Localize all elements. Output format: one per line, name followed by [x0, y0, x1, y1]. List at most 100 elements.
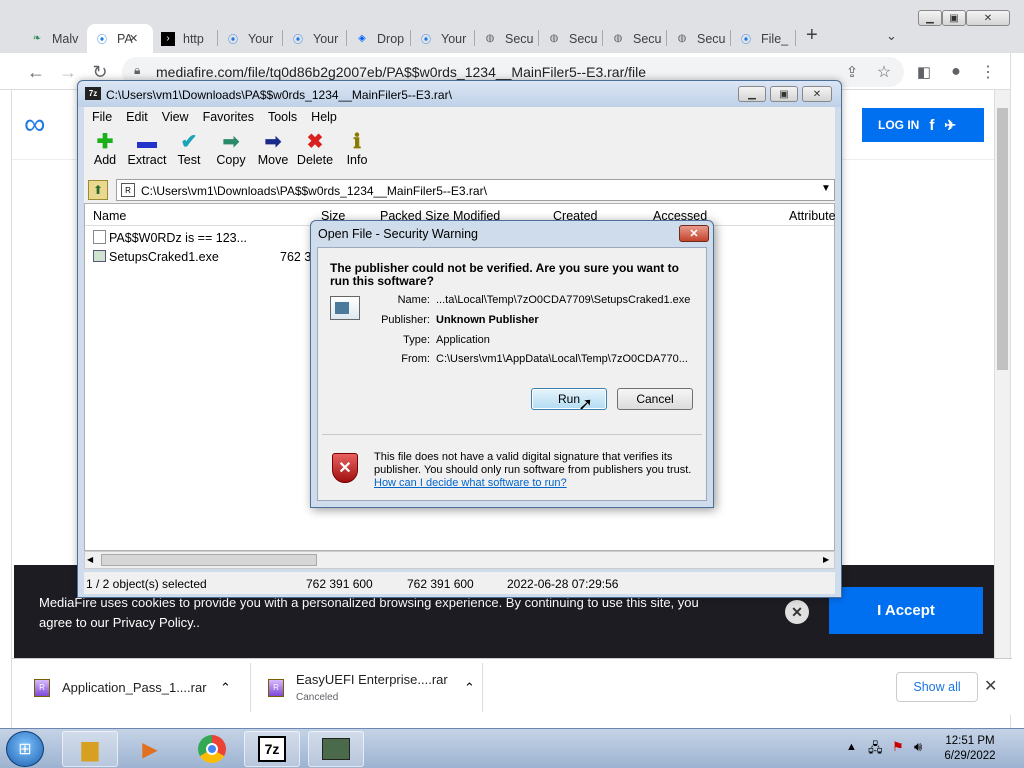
bookmark-star-icon[interactable]: ☆: [872, 60, 896, 84]
tab-security-1[interactable]: ◍ Secu: [475, 24, 537, 53]
sevenzip-taskbar-button[interactable]: 7z: [244, 731, 300, 767]
move-arrow-icon: ➡: [264, 131, 282, 153]
test-button[interactable]: ✔ Test: [168, 131, 210, 167]
file-list-hscrollbar[interactable]: ◀ ▶: [84, 551, 835, 569]
sevenzip-toolbar: ✚ Add ▬ Extract ✔ Test ➡ Copy ➡ Move ✖ Delete …: [84, 127, 835, 177]
close-window-button[interactable]: ✕: [966, 10, 1010, 26]
action-center-flag-icon[interactable]: ⚑: [892, 739, 904, 755]
sevenzip-title: C:\Users\vm1\Downloads\PA$$w0rds_1234__M…: [106, 88, 452, 102]
tab-label: Your: [441, 31, 467, 46]
close-downloads-bar-icon[interactable]: ✕: [984, 676, 997, 696]
back-arrow-icon[interactable]: ←: [24, 60, 48, 84]
media-player-taskbar-button[interactable]: ▶: [122, 731, 178, 767]
col-name[interactable]: Name: [93, 209, 126, 223]
tab-your-2[interactable]: ⦿ Your: [283, 24, 345, 53]
minimize-button[interactable]: ▁: [918, 10, 942, 26]
add-button[interactable]: ✚ Add: [84, 131, 126, 167]
tab-malware[interactable]: ❧ Malv: [22, 24, 88, 53]
menu-file[interactable]: File: [92, 110, 112, 124]
network-icon[interactable]: 🖧︎: [868, 739, 883, 761]
facebook-icon[interactable]: f: [929, 117, 934, 134]
sevenzip-minimize-button[interactable]: ▁: [738, 86, 766, 102]
globe-favicon-icon: ◍: [613, 33, 623, 44]
tab-dropbox[interactable]: ◈ Drop: [347, 24, 409, 53]
status-selected: 1 / 2 object(s) selected: [86, 577, 207, 591]
dropdown-arrow-icon[interactable]: ▼: [821, 183, 831, 194]
scrollbar-thumb[interactable]: [997, 108, 1008, 370]
tab-security-3[interactable]: ◍ Secu: [603, 24, 665, 53]
page-scrollbar[interactable]: [994, 90, 1010, 658]
tab-security-4[interactable]: ◍ Secu: [667, 24, 729, 53]
twitter-icon[interactable]: ✈: [944, 117, 956, 134]
mediafire-favicon-icon: ⦿: [741, 35, 751, 46]
cancel-button[interactable]: Cancel: [617, 388, 693, 410]
menu-kebab-icon[interactable]: ⋮: [976, 60, 1000, 84]
tab-security-2[interactable]: ◍ Secu: [539, 24, 601, 53]
accept-cookies-button[interactable]: I Accept: [829, 587, 983, 634]
move-button[interactable]: ➡ Move: [252, 131, 294, 167]
tab-file[interactable]: ⦿ File_: [731, 24, 793, 53]
delete-button[interactable]: ✖ Delete: [294, 131, 336, 167]
tab-search-chevron-icon[interactable]: ⌄: [886, 28, 897, 44]
tab-your-1[interactable]: ⦿ Your: [218, 24, 280, 53]
exe-file-icon: [93, 250, 106, 262]
sevenzip-close-button[interactable]: ✕: [802, 86, 832, 102]
run-button[interactable]: Run: [531, 388, 607, 410]
share-icon[interactable]: ⇪: [840, 60, 864, 84]
tab-mediafire-active[interactable]: ⦿ PA ✕: [87, 24, 153, 53]
shield-warning-icon: ✕: [332, 453, 358, 483]
profile-avatar-icon[interactable]: ●: [944, 60, 968, 84]
mediafire-logo-icon[interactable]: ∞: [24, 108, 45, 142]
chrome-taskbar-button[interactable]: [184, 731, 240, 767]
media-player-icon: ▶: [142, 738, 158, 761]
leaf-favicon-icon: ❧: [32, 33, 42, 44]
status-packed-size: 762 391 600: [407, 577, 474, 591]
show-all-downloads-button[interactable]: Show all: [896, 672, 978, 702]
login-link[interactable]: LOG IN: [878, 118, 919, 132]
path-combobox[interactable]: R C:\Users\vm1\Downloads\PA$$w0rds_1234_…: [116, 179, 835, 201]
start-button[interactable]: ⊞: [6, 731, 44, 767]
tab-http[interactable]: › http: [153, 24, 215, 53]
download-chevron-icon[interactable]: ⌃: [464, 680, 475, 696]
help-link[interactable]: How can I decide what software to run?: [374, 477, 567, 489]
field-from-value: C:\Users\vm1\AppData\Local\Temp\7zO0CDA7…: [436, 353, 688, 365]
new-tab-button[interactable]: +: [806, 24, 818, 47]
menu-edit[interactable]: Edit: [126, 110, 148, 124]
tab-label: Secu: [697, 31, 726, 46]
menu-tools[interactable]: Tools: [268, 110, 297, 124]
sevenzip-titlebar[interactable]: 7z C:\Users\vm1\Downloads\PA$$w0rds_1234…: [78, 81, 841, 107]
download-chevron-icon[interactable]: ⌃: [220, 680, 231, 696]
maximize-button[interactable]: ▣: [942, 10, 966, 26]
sevenzip-maximize-button[interactable]: ▣: [770, 86, 798, 102]
extract-button[interactable]: ▬ Extract: [126, 131, 168, 167]
scroll-left-arrow-icon[interactable]: ◀: [87, 555, 93, 564]
download-item[interactable]: R EasyUEFI Enterprise....rar Canceled ⌃: [268, 659, 488, 716]
menu-help[interactable]: Help: [311, 110, 337, 124]
col-attribute[interactable]: Attribute: [789, 209, 836, 223]
forward-arrow-icon[interactable]: →: [56, 60, 80, 84]
tab-your-3[interactable]: ⦿ Your: [411, 24, 473, 53]
hscroll-thumb[interactable]: [101, 554, 317, 566]
system-clock[interactable]: 12:51 PM 6/29/2022: [930, 734, 1010, 764]
tab-close-icon[interactable]: ✕: [129, 32, 138, 45]
tray-expand-icon[interactable]: ▲: [846, 741, 857, 753]
sevenzip-menubar: File Edit View Favorites Tools Help: [84, 107, 835, 127]
tab-label: Malv: [52, 31, 79, 46]
menu-favorites[interactable]: Favorites: [203, 110, 254, 124]
cookie-close-button[interactable]: ✕: [785, 600, 809, 624]
side-panel-icon[interactable]: ◧: [912, 60, 936, 84]
explorer-taskbar-button[interactable]: ▆: [62, 731, 118, 767]
info-button[interactable]: ℹ Info: [336, 131, 378, 167]
scroll-right-arrow-icon[interactable]: ▶: [823, 555, 829, 564]
folder-up-icon[interactable]: ⬆: [88, 180, 108, 200]
tool-label: Add: [93, 153, 117, 167]
sevenzip-pathbar: ⬆ R C:\Users\vm1\Downloads\PA$$w0rds_123…: [84, 177, 835, 203]
volume-icon[interactable]: 🔊︎: [914, 739, 922, 755]
dialog-close-button[interactable]: ✕: [679, 225, 709, 242]
tool-label: Test: [177, 153, 201, 167]
menu-view[interactable]: View: [162, 110, 189, 124]
mediafire-favicon-icon: ⦿: [228, 35, 238, 46]
copy-button[interactable]: ➡ Copy: [210, 131, 252, 167]
setup-taskbar-button[interactable]: [308, 731, 364, 767]
download-item[interactable]: R Application_Pass_1....rar ⌃: [34, 659, 254, 716]
